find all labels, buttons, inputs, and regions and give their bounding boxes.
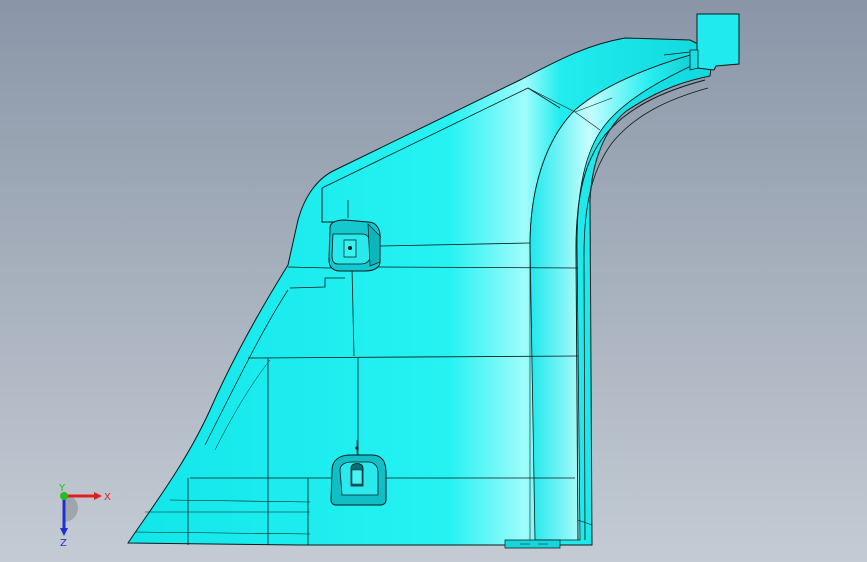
y-axis-label: Y xyxy=(58,483,66,494)
graphics-viewport[interactable]: X Y Z xyxy=(0,0,867,562)
x-axis-label: X xyxy=(104,492,111,503)
trim-groove-outer xyxy=(575,79,706,541)
trim-groove-inner xyxy=(583,87,709,541)
coordinate-triad: X Y Z xyxy=(58,483,111,546)
part-body[interactable] xyxy=(127,37,713,546)
part-model[interactable] xyxy=(0,0,867,562)
z-axis-label: Z xyxy=(60,538,67,546)
upper-clip-boss[interactable] xyxy=(328,219,381,272)
top-tab[interactable] xyxy=(696,13,740,71)
